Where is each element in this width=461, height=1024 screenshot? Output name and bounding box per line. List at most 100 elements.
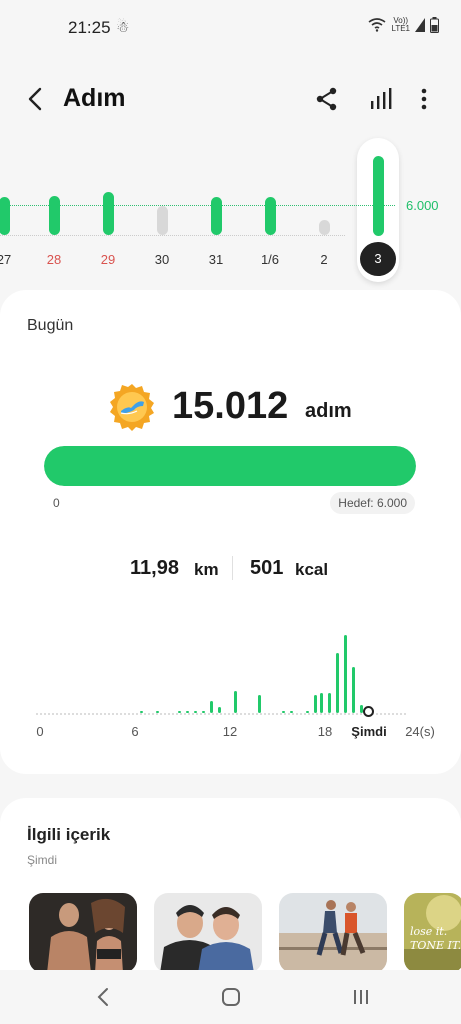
day-label: 28 (46, 252, 62, 267)
now-marker (363, 706, 374, 717)
nav-recents-button[interactable] (346, 982, 376, 1012)
weekly-steps-chart: 6.000 27 28 29 30 31 1/6 2 3 (0, 138, 461, 283)
hour-label-18: 18 (317, 724, 333, 739)
day-bar (49, 196, 60, 235)
today-label: Bugün (27, 317, 74, 334)
hour-bar (156, 711, 159, 713)
hour-bar (344, 635, 347, 713)
signal-icon (415, 18, 425, 32)
chevron-left-icon (28, 87, 42, 111)
nav-back-button[interactable] (88, 982, 118, 1012)
more-options-button[interactable] (412, 84, 436, 114)
nav-home-icon (222, 988, 240, 1006)
statistics-button[interactable] (366, 84, 396, 114)
day-column-8[interactable]: 3 (358, 138, 398, 283)
nav-recents-icon (354, 990, 368, 1004)
battery-icon (430, 17, 439, 33)
day-column-3[interactable]: 29 (88, 138, 128, 283)
bar-chart-icon (371, 88, 392, 109)
hour-bar (282, 711, 285, 713)
more-vertical-icon (421, 88, 427, 110)
hour-bar (360, 705, 363, 713)
hour-bar (352, 667, 355, 713)
calories-unit: kcal (295, 560, 329, 579)
hour-label-12: 12 (222, 724, 238, 739)
hour-label-now: Şimdi (351, 724, 387, 739)
day-bar (211, 197, 222, 235)
day-bar (319, 220, 330, 235)
hour-bar (290, 711, 293, 713)
day-column-2[interactable]: 28 (34, 138, 74, 283)
goal-value-label: 6.000 (406, 198, 439, 213)
hour-bar (336, 653, 339, 713)
calories-value: 501 (250, 557, 284, 579)
hour-bar (234, 691, 237, 713)
page-title: Adım (63, 84, 126, 112)
nav-back-icon (97, 988, 108, 1006)
network-label: Vo)) LTE1 (391, 17, 410, 33)
back-button[interactable] (20, 82, 50, 116)
nav-home-button[interactable] (216, 982, 246, 1012)
wifi-icon (368, 18, 386, 32)
hour-bar (320, 693, 323, 713)
day-bar (157, 206, 168, 235)
hour-bar (328, 693, 331, 713)
related-thumbnail-1[interactable] (29, 893, 137, 973)
day-column-5[interactable]: 31 (196, 138, 236, 283)
hour-label-0: 0 (36, 724, 44, 739)
hour-bar (140, 711, 143, 713)
steps-unit: adım (305, 400, 352, 422)
system-navigation-bar (0, 970, 461, 1024)
share-button[interactable] (312, 84, 342, 114)
steps-progress-bar (44, 446, 416, 486)
day-bar (265, 197, 276, 235)
hour-label-24: 24(s) (405, 724, 435, 739)
status-bar: 21:25 ☃ Vo)) LTE1 (0, 0, 461, 52)
hourly-steps-chart: 0 6 12 18 Şimdi 24(s) (0, 620, 461, 740)
progress-min-label: 0 (53, 496, 60, 510)
hour-bar (186, 711, 189, 713)
related-content-subtitle: Şimdi (27, 853, 58, 867)
hour-bar (218, 707, 221, 713)
day-label: 29 (100, 252, 116, 267)
status-time: 21:25 (68, 18, 111, 37)
related-content-title: İlgili içerik (27, 825, 111, 844)
day-label: 27 (0, 252, 12, 267)
hour-bar (306, 711, 309, 713)
steps-count: 15.012 (172, 385, 289, 427)
day-label: 30 (154, 252, 170, 267)
related-thumbnail-4-text: lose it. TONE IT. (410, 925, 461, 952)
share-icon (316, 87, 337, 111)
day-column-7[interactable]: 2 (304, 138, 344, 283)
day-column-1[interactable]: 27 (0, 138, 24, 283)
status-icons: Vo)) LTE1 (368, 17, 439, 33)
day-bar (0, 197, 10, 235)
app-bar: Adım (0, 72, 461, 126)
notification-icon: ☃ (116, 19, 130, 36)
related-thumbnail-2[interactable] (154, 893, 262, 973)
steps-progress-fill (44, 446, 416, 486)
day-column-6[interactable]: 1/6 (250, 138, 290, 283)
hour-bar (178, 711, 181, 713)
day-column-4[interactable]: 30 (142, 138, 182, 283)
day-bar (373, 156, 384, 236)
hour-bar (210, 701, 213, 713)
metric-divider (232, 556, 233, 580)
goal-medal-icon (107, 382, 157, 432)
day-label: 31 (208, 252, 224, 267)
distance-value: 11,98 (130, 557, 179, 579)
hour-bar (258, 695, 261, 713)
day-bar (103, 192, 114, 235)
hour-bar (194, 711, 197, 713)
hourly-baseline (36, 713, 406, 715)
related-thumbnail-4[interactable]: lose it. TONE IT. (404, 893, 461, 973)
goal-badge[interactable]: Hedef: 6.000 (330, 492, 415, 514)
network-bottom-label: LTE1 (391, 24, 410, 33)
related-thumbnail-3[interactable] (279, 893, 387, 973)
hour-bar (314, 695, 317, 713)
hour-bar (202, 711, 205, 713)
day-label: 2 (320, 252, 328, 267)
today-card: Bugün 15.012 adım 0 Hedef: 6.000 11,98 k… (0, 290, 461, 774)
day-label: 3 (360, 242, 396, 276)
day-label: 1/6 (260, 252, 280, 267)
